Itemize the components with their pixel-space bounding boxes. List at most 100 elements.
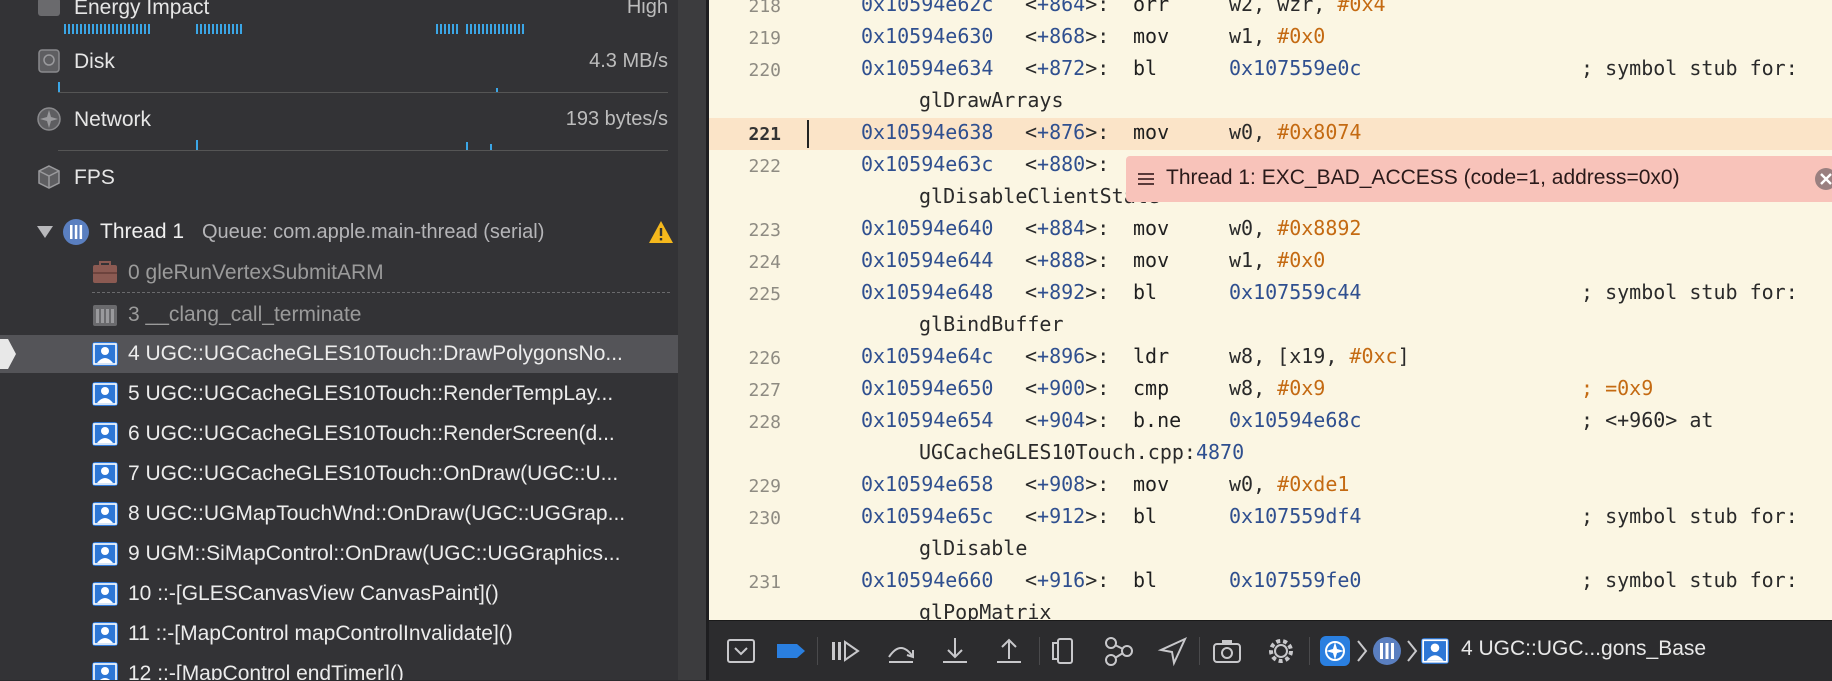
warning-icon[interactable]	[648, 220, 674, 244]
energy-icon	[38, 0, 60, 16]
opcode: ldr	[1133, 344, 1170, 368]
gauge-energy-impact[interactable]: Energy Impact High	[0, 0, 678, 36]
close-icon[interactable]	[1814, 167, 1832, 191]
opcode: orr	[1133, 0, 1170, 16]
line-number: 220	[748, 60, 781, 81]
operands: w1, #0x0	[1229, 24, 1326, 48]
fps-cube-icon	[38, 165, 60, 189]
disclosure-triangle-icon[interactable]	[36, 224, 54, 240]
simulate-location-icon[interactable]	[1157, 635, 1189, 667]
instruction-address: 0x10594e650	[861, 376, 994, 400]
instruction-offset: <+892>:	[1025, 280, 1110, 304]
stack-frame-label: 7 UGC::UGCacheGLES10Touch::OnDraw(UGC::U…	[128, 462, 619, 485]
library-icon	[93, 305, 117, 326]
step-into-icon[interactable]	[939, 635, 971, 667]
operands: w8, #0x9	[1229, 376, 1326, 400]
gauge-label: FPS	[74, 166, 115, 189]
stack-frame-label: 6 UGC::UGCacheGLES10Touch::RenderScreen(…	[128, 422, 615, 445]
gear-icon[interactable]	[1265, 635, 1297, 667]
thread-row[interactable]: Thread 1 Queue: com.apple.main-thread (s…	[0, 214, 678, 250]
instruction-comment: ; =0x9	[1581, 376, 1654, 400]
instruction-address: 0x10594e630	[861, 24, 994, 48]
line-number: 218	[748, 0, 781, 17]
stack-frame[interactable]: 11 ::-[MapControl mapControlInvalidate](…	[0, 615, 678, 653]
instruction-address: 0x10594e658	[861, 472, 994, 496]
breakpoints-toggle-icon[interactable]	[775, 635, 807, 667]
network-spark	[196, 140, 198, 150]
disassembly-editor[interactable]: 218 0x10594e62c <+864>: orr w2, wzr, #0x4 219…	[709, 0, 1832, 620]
instruction-offset: <+896>:	[1025, 344, 1110, 368]
opcode: cmp	[1133, 376, 1170, 400]
instruction-offset: <+912>:	[1025, 504, 1110, 528]
stack-frame-label: 11 ::-[MapControl mapControlInvalidate](…	[128, 622, 513, 645]
instruction-offset: <+900>:	[1025, 376, 1110, 400]
line-number: 231	[748, 572, 781, 593]
network-spark	[490, 144, 492, 150]
view-hierarchy-icon[interactable]	[1049, 635, 1081, 667]
error-message: Thread 1: EXC_BAD_ACCESS (code=1, addres…	[1166, 166, 1680, 189]
network-icon	[37, 107, 61, 131]
disk-icon	[38, 49, 60, 73]
user-code-icon[interactable]	[1421, 635, 1449, 667]
stack-frame-label: 12 ::-[MapControl endTimer]()	[128, 662, 404, 680]
branch-target: 0x107559fe0	[1229, 568, 1362, 592]
stack-frame[interactable]: 3 __clang_call_terminate	[0, 296, 678, 334]
instruction-offset: <+880>:	[1025, 152, 1110, 176]
toolbar-separator	[1309, 637, 1310, 665]
instruction-offset: <+864>:	[1025, 0, 1110, 16]
instruction-comment: ; <+960> at	[1581, 408, 1714, 432]
user-code-icon	[92, 382, 118, 406]
stack-frame[interactable]: 5 UGC::UGCacheGLES10Touch::RenderTempLay…	[0, 375, 678, 413]
pane-divider[interactable]	[678, 0, 708, 680]
instruction-address: 0x10594e660	[861, 568, 994, 592]
toolbar-separator	[1199, 637, 1200, 665]
error-banner[interactable]: Thread 1: EXC_BAD_ACCESS (code=1, addres…	[1126, 156, 1832, 202]
opcode: b.ne	[1133, 408, 1182, 432]
instruction-address: 0x10594e648	[861, 280, 994, 304]
instruction-address: 0x10594e62c	[861, 0, 994, 16]
gauge-label: Disk	[74, 50, 115, 73]
toolbar-separator	[817, 637, 818, 665]
stack-frame[interactable]: 0 gleRunVertexSubmitARM	[0, 254, 678, 292]
toolbar-separator	[1039, 637, 1040, 665]
gauge-network[interactable]: Network 193 bytes/s	[0, 98, 678, 154]
app-target-icon[interactable]	[1319, 635, 1351, 667]
step-out-icon[interactable]	[993, 635, 1025, 667]
step-over-icon[interactable]	[885, 635, 917, 667]
current-frame-marker-icon	[0, 339, 16, 369]
stack-frame-label: 0 gleRunVertexSubmitARM	[128, 261, 384, 284]
branch-target: 0x10594e68c	[1229, 408, 1362, 432]
opcode: bl	[1133, 56, 1158, 80]
gauge-value: High	[626, 0, 668, 18]
symbol-name: UGCacheGLES10Touch.cpp:4870	[919, 440, 1245, 464]
stack-frame[interactable]: 9 UGM::SiMapControl::OnDraw(UGC::UGGraph…	[0, 535, 678, 573]
gauge-disk[interactable]: Disk 4.3 MB/s	[0, 40, 678, 96]
continue-icon[interactable]	[829, 635, 861, 667]
text-cursor	[807, 120, 809, 148]
instruction-offset: <+868>:	[1025, 24, 1110, 48]
instruction-comment: ; symbol stub for:	[1581, 504, 1798, 528]
user-code-icon	[92, 462, 118, 486]
line-number: 225	[748, 284, 781, 305]
gauge-fps[interactable]: FPS	[0, 156, 678, 212]
memory-graph-icon[interactable]	[1103, 635, 1135, 667]
operands: w0, #0xde1	[1229, 472, 1350, 496]
operands: w1, #0x0	[1229, 248, 1326, 272]
instruction-offset: <+876>:	[1025, 120, 1110, 144]
stack-frame[interactable]: 6 UGC::UGCacheGLES10Touch::RenderScreen(…	[0, 415, 678, 453]
stack-frame[interactable]: 12 ::-[MapControl endTimer]()	[0, 655, 678, 680]
stack-frame[interactable]: 7 UGC::UGCacheGLES10Touch::OnDraw(UGC::U…	[0, 455, 678, 493]
thread-icon[interactable]	[1371, 635, 1403, 667]
menu-lines-icon	[1138, 173, 1154, 185]
camera-icon[interactable]	[1211, 635, 1243, 667]
stack-frame[interactable]: 8 UGC::UGMapTouchWnd::OnDraw(UGC::UGGrap…	[0, 495, 678, 533]
thread-queue: Queue: com.apple.main-thread (serial)	[202, 221, 545, 243]
user-code-icon	[92, 542, 118, 566]
breadcrumb-frame-label[interactable]: 4 UGC::UGC...gons_Base	[1461, 637, 1706, 661]
stack-frame[interactable]: 10 ::-[GLESCanvasView CanvasPaint]()	[0, 575, 678, 613]
hide-debug-area-icon[interactable]	[725, 635, 757, 667]
operands: w2, wzr, #0x4	[1229, 0, 1386, 16]
operands: w8, [x19, #0xc]	[1229, 344, 1410, 368]
stack-frame-selected[interactable]: 4 UGC::UGCacheGLES10Touch::DrawPolygonsN…	[0, 335, 678, 373]
instruction-comment: ; symbol stub for:	[1581, 568, 1798, 592]
